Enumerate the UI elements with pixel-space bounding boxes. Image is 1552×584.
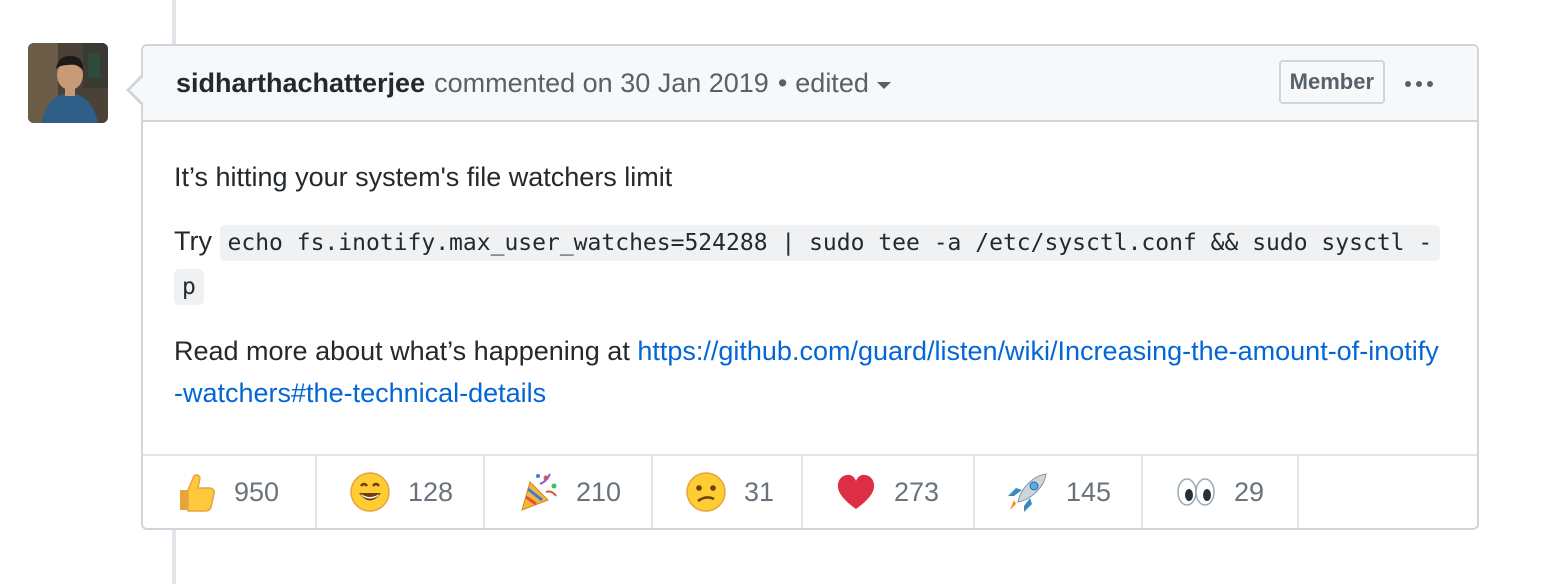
rocket-icon [1006,470,1050,514]
try-text: Try [174,226,212,256]
chevron-down-icon [876,81,891,89]
reaction-count: 950 [234,476,280,507]
comment-paragraph-3: Read more about what’s happening at http… [174,330,1446,414]
party-popper-icon [516,470,560,514]
reaction-rocket[interactable]: 145 [975,456,1143,528]
read-more-text: Read more about what’s happening at [174,336,630,366]
comment-timestamp[interactable]: commented on 30 Jan 2019 [434,68,769,99]
edited-dropdown[interactable]: edited [795,68,891,99]
heart-icon [834,470,878,514]
comment-paragraph-1: It’s hitting your system's file watchers… [174,162,673,192]
reaction-count: 210 [576,476,622,507]
reactions-bar: 950 128 210 31 273 145 29 [143,454,1477,528]
comment-author-link[interactable]: sidharthachatterjee [176,68,425,99]
page: sidharthachatterjee commented on 30 Jan … [0,0,1552,584]
reaction-count: 31 [744,476,775,507]
eyes-icon [1174,470,1218,514]
reaction-confused[interactable]: 31 [653,456,803,528]
reaction-eyes[interactable]: 29 [1143,456,1299,528]
reaction-count: 128 [408,476,454,507]
smile-icon [348,470,392,514]
reaction-hooray[interactable]: 210 [485,456,653,528]
comment-box: sidharthachatterjee commented on 30 Jan … [126,44,1479,530]
reaction-smile[interactable]: 128 [317,456,485,528]
separator-dot: • [777,67,788,98]
reaction-count: 145 [1066,476,1112,507]
reaction-thumbs-up[interactable]: 950 [143,456,317,528]
comment-paragraph-2: Try echo fs.inotify.max_user_watches=524… [174,220,1446,308]
comment-body: It’s hitting your system's file watchers… [143,122,1477,458]
command-code: echo fs.inotify.max_user_watches=524288 … [174,225,1441,305]
confused-icon [684,470,728,514]
comment-header: sidharthachatterjee commented on 30 Jan … [143,46,1477,122]
edited-label: edited [795,67,869,98]
member-badge: Member [1278,60,1385,104]
thumbs-up-icon [174,470,218,514]
comment-caret-fill [130,76,144,104]
reaction-heart[interactable]: 273 [803,456,975,528]
reaction-count: 273 [894,476,940,507]
avatar[interactable] [28,43,108,123]
reaction-count: 29 [1234,476,1265,507]
more-options-icon[interactable] [1399,74,1439,94]
